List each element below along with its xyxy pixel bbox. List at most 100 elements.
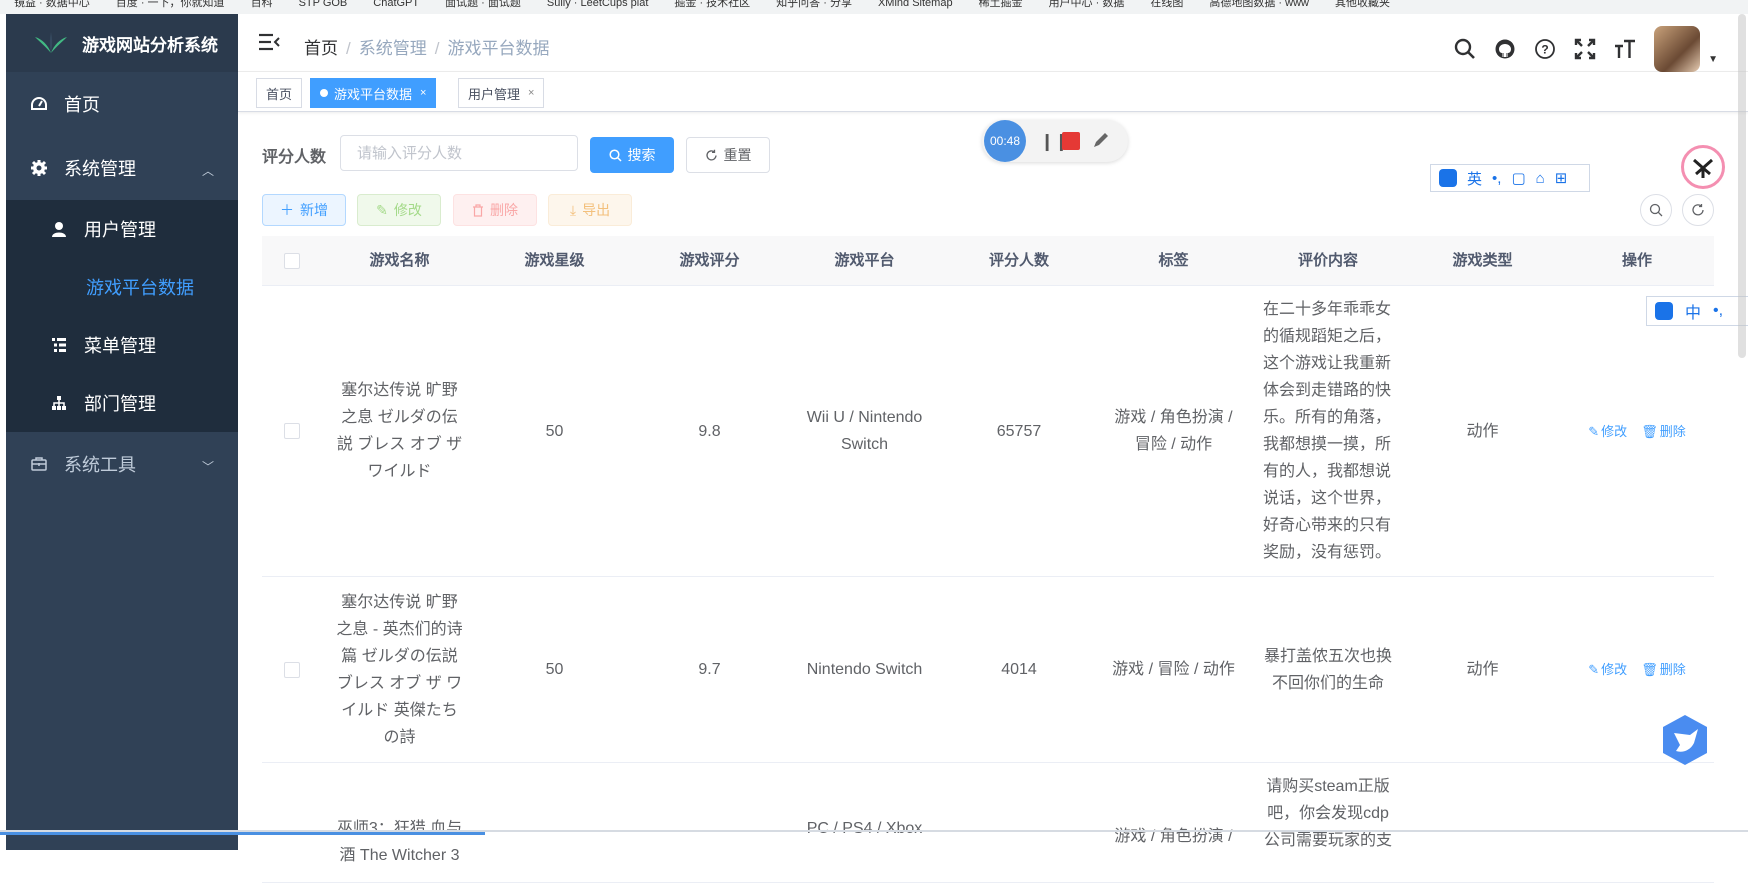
- stop-icon[interactable]: [1062, 132, 1080, 150]
- bookmark-item[interactable]: XMind Sitemap: [878, 0, 953, 14]
- ime-logo-icon[interactable]: [1655, 302, 1673, 320]
- game-review: 在二十多年乖乖女的循规蹈矩之后，这个游戏让我重新体会到走错路的快乐。所有的角落，…: [1263, 301, 1392, 561]
- bookmark-item[interactable]: 百度 · 一下，你就知道: [116, 0, 225, 14]
- sidebar-item-system[interactable]: 系统管理 ︿: [6, 136, 238, 200]
- tab-users[interactable]: 用户管理 ×: [458, 78, 545, 108]
- sidebar-item-label: 部门管理: [84, 394, 156, 414]
- column-header[interactable]: 游戏评分: [632, 247, 787, 274]
- ime-lang-toggle[interactable]: 中: [1685, 299, 1701, 323]
- help-icon[interactable]: ?: [1534, 38, 1556, 60]
- delete-button[interactable]: 删除: [453, 194, 537, 226]
- close-icon[interactable]: ×: [528, 87, 534, 99]
- column-header[interactable]: 游戏平台: [787, 247, 942, 274]
- voice-icon[interactable]: ⌂: [1536, 170, 1545, 187]
- row-edit-link[interactable]: ✎ 修改: [1588, 418, 1627, 445]
- delete-button-label: 删除: [490, 202, 518, 218]
- bookmark-item[interactable]: 其他收藏夹: [1335, 0, 1390, 14]
- punctuation-icon[interactable]: •,: [1492, 170, 1501, 187]
- game-platform: PC / PS4 / Xbox: [806, 820, 923, 837]
- table-row: 巫师3：狂猎 血与酒 The Witcher 3 PC / PS4 / Xbox…: [262, 763, 1714, 883]
- trash-icon: 🗑︎: [1641, 662, 1658, 677]
- assistant-bot-icon[interactable]: [1681, 145, 1725, 189]
- table-header: 游戏名称 游戏星级 游戏评分 游戏平台 评分人数 标签 评价内容 游戏类型 操作: [262, 236, 1714, 286]
- bookmark-item[interactable]: 知乎问答 · 分享: [776, 0, 852, 14]
- column-header[interactable]: 游戏类型: [1405, 247, 1560, 274]
- row-edit-label: 修改: [1601, 662, 1628, 677]
- column-header[interactable]: 游戏星级: [477, 247, 632, 274]
- bookmark-item[interactable]: 镜益 · 数据中心: [14, 0, 90, 14]
- bookmark-item[interactable]: 稀土掘金: [979, 0, 1023, 14]
- close-icon[interactable]: ×: [420, 87, 426, 99]
- avatar[interactable]: [1654, 26, 1701, 72]
- edit-button[interactable]: ✎ 修改: [357, 194, 441, 226]
- github-icon[interactable]: [1494, 38, 1516, 60]
- grid-menu-icon[interactable]: ⊞: [1555, 169, 1568, 187]
- column-header: 操作: [1621, 252, 1652, 269]
- select-all-cell: [262, 252, 322, 269]
- tab-home[interactable]: 首页: [256, 78, 303, 108]
- recording-timer: 00:48: [984, 120, 1026, 162]
- ime-logo-icon[interactable]: [1439, 169, 1457, 187]
- bookmark-item[interactable]: ChatGPT: [373, 0, 419, 14]
- app-logo[interactable]: 游戏网站分析系统: [6, 14, 238, 72]
- game-platform: Wii U / Nintendo Switch: [806, 409, 923, 453]
- game-type: 动作: [1466, 422, 1499, 440]
- column-header[interactable]: 评价内容: [1251, 247, 1405, 274]
- skin-icon[interactable]: ▢: [1511, 169, 1525, 187]
- sidebar-item-home[interactable]: 首页: [6, 72, 238, 136]
- font-size-icon[interactable]: [1614, 38, 1636, 60]
- toggle-search-button[interactable]: [1640, 194, 1672, 226]
- sidebar-item-game-data[interactable]: 游戏平台数据: [6, 258, 238, 316]
- bookmark-item[interactable]: 百科: [251, 0, 273, 14]
- svg-text:?: ?: [1541, 43, 1548, 57]
- column-header[interactable]: 评分人数: [942, 247, 1096, 274]
- row-checkbox[interactable]: [284, 661, 300, 678]
- sidebar-item-departments[interactable]: 部门管理: [6, 374, 238, 432]
- search-icon[interactable]: [1454, 38, 1476, 60]
- add-button[interactable]: ＋ 新增: [262, 194, 346, 226]
- bookmark-item[interactable]: 掘金 · 技术社区: [674, 0, 750, 14]
- page-scrollbar[interactable]: [1738, 14, 1746, 358]
- export-button[interactable]: ⤓ 导出: [548, 194, 632, 226]
- tab-game-data[interactable]: 游戏平台数据 ×: [310, 78, 437, 108]
- bookmark-item[interactable]: 在线图: [1150, 0, 1183, 14]
- refresh-button[interactable]: [1682, 194, 1714, 226]
- hamburger-icon[interactable]: [258, 32, 280, 52]
- bookmark-item[interactable]: STP GOB: [299, 0, 348, 14]
- ime-toolbar: 英 •, ▢ ⌂ ⊞: [1430, 164, 1590, 192]
- breadcrumb-item[interactable]: 首页: [304, 39, 338, 58]
- sidebar-item-users[interactable]: 用户管理: [6, 200, 238, 258]
- pen-icon[interactable]: [1090, 129, 1112, 151]
- search-button[interactable]: 搜索: [590, 137, 674, 173]
- row-delete-link[interactable]: 🗑︎ 删除: [1641, 418, 1686, 445]
- column-header[interactable]: 标签: [1096, 247, 1251, 274]
- caret-down-icon[interactable]: ▼: [1708, 54, 1718, 65]
- row-edit-link[interactable]: ✎ 修改: [1588, 656, 1627, 683]
- sidebar-item-tools[interactable]: 系统工具 ﹀: [6, 432, 238, 496]
- feishu-bird-icon[interactable]: [1660, 713, 1710, 767]
- sidebar-item-label: 用户管理: [84, 220, 156, 240]
- add-button-label: 新增: [300, 202, 328, 218]
- fullscreen-icon[interactable]: [1574, 38, 1596, 60]
- punctuation-icon[interactable]: •,: [1713, 302, 1723, 320]
- sidebar-item-menus[interactable]: 菜单管理: [6, 316, 238, 374]
- game-score: 9.7: [698, 661, 721, 678]
- column-header[interactable]: 游戏名称: [322, 247, 477, 274]
- raters-input[interactable]: [340, 135, 578, 171]
- table-row: 塞尔达传说 旷野之息 ゼルダの伝説 ブレス オブ ザ ワイルド 50 9.8 W…: [262, 286, 1714, 577]
- row-delete-link[interactable]: 🗑︎ 删除: [1641, 656, 1686, 683]
- bookmark-item[interactable]: 用户中心 · 数据: [1049, 0, 1125, 14]
- bookmark-item[interactable]: 面试题 · 面试题: [445, 0, 521, 14]
- bookmark-item[interactable]: 高德地图数据 · www: [1209, 0, 1309, 14]
- select-all-checkbox[interactable]: [284, 252, 300, 269]
- sidebar-item-label: 系统管理: [64, 159, 136, 179]
- reset-button[interactable]: 重置: [686, 137, 770, 173]
- edit-button-label: 修改: [393, 202, 422, 218]
- breadcrumb: 首页 / 系统管理 / 游戏平台数据: [304, 39, 550, 58]
- bookmark-item[interactable]: Sully · LeetCups plat: [547, 0, 649, 14]
- raters-label: 评分人数: [262, 149, 327, 166]
- table-row: 塞尔达传说 旷野之息 - 英杰们的诗篇 ゼルダの伝説 ブレス オブ ザ ワイルド…: [262, 577, 1714, 763]
- row-checkbox[interactable]: [284, 423, 300, 439]
- ime-lang-toggle[interactable]: 英: [1467, 168, 1482, 189]
- refresh-icon: [705, 149, 717, 160]
